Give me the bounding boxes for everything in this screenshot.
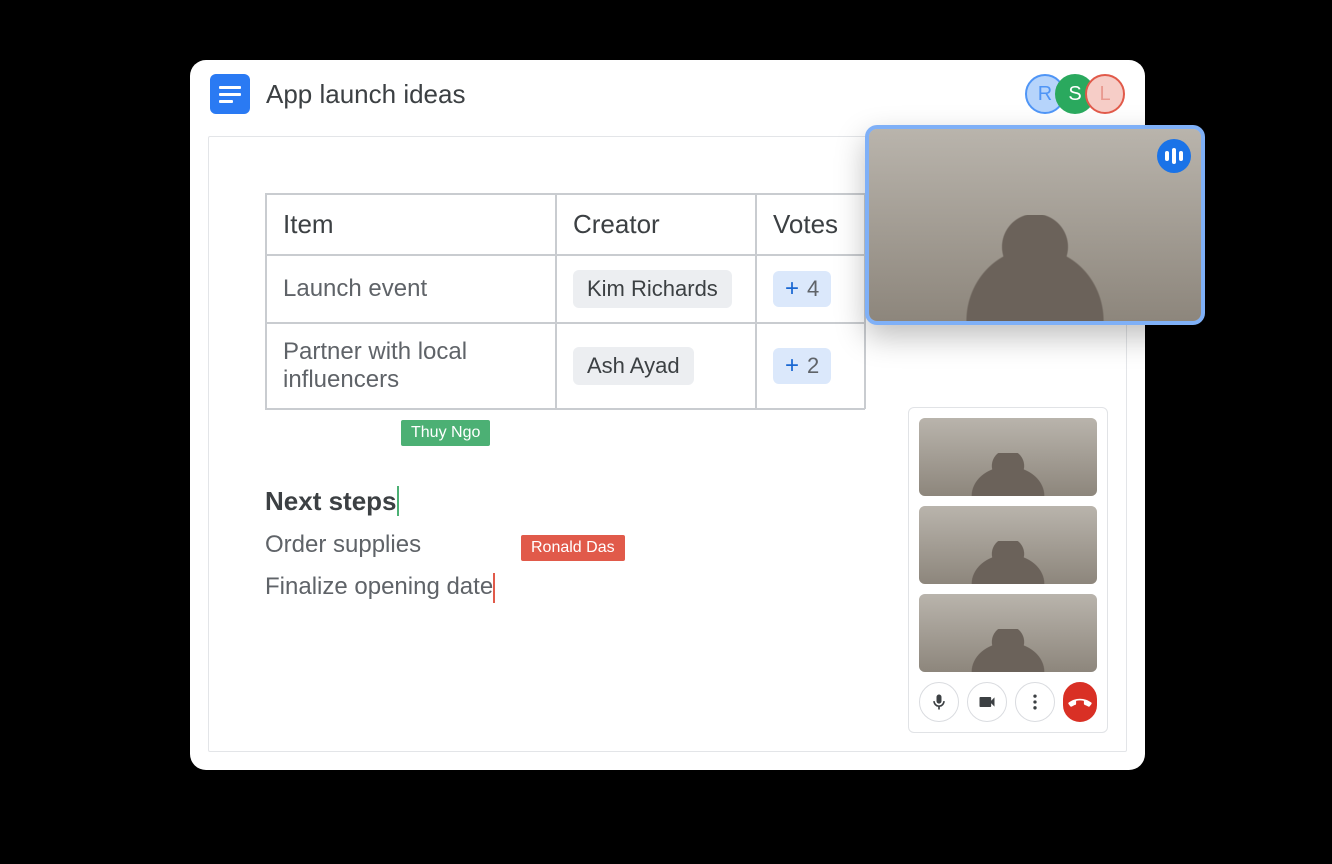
docs-window: App launch ideas R S L Item Creator Vote…: [190, 60, 1145, 770]
cell-votes[interactable]: + 4: [756, 255, 866, 323]
more-vert-icon: [1025, 692, 1045, 712]
table-header-row: Item Creator Votes: [266, 194, 864, 255]
cell-item[interactable]: Launch event: [266, 255, 556, 323]
step-item[interactable]: Order supplies: [265, 531, 421, 559]
presence-avatar-l[interactable]: L: [1085, 74, 1125, 114]
presence-avatars: R S L: [1025, 74, 1125, 114]
meet-participant-tile[interactable]: [919, 594, 1097, 672]
collab-cursor-green: [397, 486, 399, 516]
docs-logo-icon[interactable]: [210, 74, 250, 114]
meet-participant-tile[interactable]: [919, 506, 1097, 584]
creator-chip[interactable]: Kim Richards: [573, 270, 732, 308]
hangup-icon: [1067, 689, 1093, 715]
vote-chip[interactable]: + 2: [773, 348, 831, 384]
vote-chip[interactable]: + 4: [773, 271, 831, 307]
step-item[interactable]: Finalize opening date: [265, 573, 493, 601]
active-speaker-tile[interactable]: [865, 125, 1205, 325]
collab-cursor-label-green: Thuy Ngo: [401, 420, 490, 446]
camera-button[interactable]: [967, 682, 1007, 722]
document-title[interactable]: App launch ideas: [266, 79, 1009, 110]
vote-count: 2: [807, 353, 819, 379]
speaking-indicator-icon: [1157, 139, 1191, 173]
ideas-table: Item Creator Votes Launch event Kim Rich…: [265, 193, 865, 410]
hangup-button[interactable]: [1063, 682, 1097, 722]
table-row: Partner with local influencers Ash Ayad …: [266, 323, 864, 409]
meet-panel: [908, 407, 1108, 733]
cell-creator[interactable]: Kim Richards: [556, 255, 756, 323]
cell-votes[interactable]: + 2: [756, 323, 866, 409]
meet-participant-tile[interactable]: [919, 418, 1097, 496]
cell-item[interactable]: Partner with local influencers: [266, 323, 556, 409]
cell-creator[interactable]: Ash Ayad: [556, 323, 756, 409]
app-header: App launch ideas R S L: [190, 60, 1145, 124]
next-steps-heading[interactable]: Next steps: [265, 486, 397, 517]
mic-icon: [929, 692, 949, 712]
col-votes: Votes: [756, 194, 866, 255]
col-creator: Creator: [556, 194, 756, 255]
camera-icon: [977, 692, 997, 712]
table-row: Launch event Kim Richards + 4: [266, 255, 864, 323]
creator-chip[interactable]: Ash Ayad: [573, 347, 694, 385]
collab-cursor-label-red: Ronald Das: [521, 535, 625, 561]
col-item: Item: [266, 194, 556, 255]
heading-text: Next steps: [265, 486, 397, 516]
plus-icon: +: [785, 275, 799, 303]
vote-count: 4: [807, 276, 819, 302]
more-button[interactable]: [1015, 682, 1055, 722]
step-text: Finalize opening date: [265, 573, 493, 600]
meet-controls: [919, 682, 1097, 722]
mic-button[interactable]: [919, 682, 959, 722]
collab-cursor-red: [493, 573, 495, 603]
plus-icon: +: [785, 352, 799, 380]
